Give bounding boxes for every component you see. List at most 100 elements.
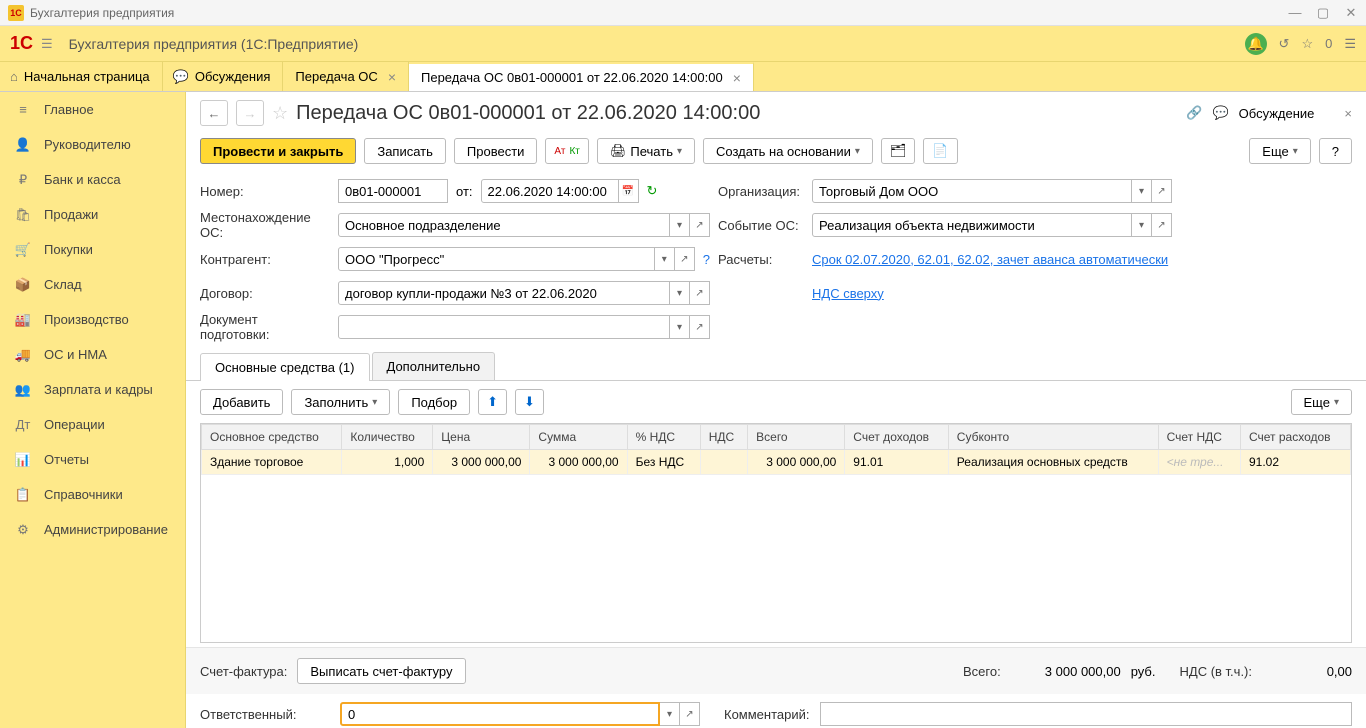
favorite-star-icon[interactable]: ☆ — [272, 103, 288, 124]
fill-button[interactable]: Заполнить — [291, 389, 390, 415]
cell-qty[interactable]: 1,000 — [342, 450, 433, 475]
col-subconto[interactable]: Субконто — [948, 425, 1158, 450]
dropdown-icon[interactable]: ▾ — [670, 213, 690, 237]
comment-input[interactable] — [820, 702, 1353, 726]
subtab-additional[interactable]: Дополнительно — [372, 352, 496, 380]
tab-home[interactable]: ⌂ Начальная страница — [0, 62, 163, 91]
open-icon[interactable]: ↗ — [675, 247, 695, 271]
responsible-input[interactable] — [340, 702, 660, 726]
col-expense-acc[interactable]: Счет расходов — [1240, 425, 1350, 450]
open-icon[interactable]: ↗ — [690, 213, 710, 237]
dropdown-icon[interactable]: ▾ — [1132, 179, 1152, 203]
col-sum[interactable]: Сумма — [530, 425, 627, 450]
cell-expense-acc[interactable]: 91.02 — [1240, 450, 1350, 475]
select-button[interactable]: Подбор — [398, 389, 470, 415]
maximize-button[interactable]: ▢ — [1316, 6, 1330, 20]
calendar-icon[interactable]: 📅 — [619, 179, 639, 203]
header-menu-icon[interactable]: ☰ — [1344, 36, 1356, 52]
col-price[interactable]: Цена — [433, 425, 530, 450]
open-icon[interactable]: ↗ — [1152, 213, 1172, 237]
create-based-button[interactable]: Создать на основании — [703, 138, 873, 164]
col-vat[interactable]: НДС — [700, 425, 747, 450]
dropdown-icon[interactable]: ▾ — [670, 281, 690, 305]
table-row[interactable]: Здание торговое 1,000 3 000 000,00 3 000… — [202, 450, 1351, 475]
sidebar-item-reports[interactable]: 📊Отчеты — [0, 442, 185, 477]
sidebar-item-admin[interactable]: ⚙Администрирование — [0, 512, 185, 547]
history-icon[interactable]: ↺ — [1279, 36, 1290, 52]
cell-subconto[interactable]: Реализация основных средств — [948, 450, 1158, 475]
link-icon[interactable]: 🔗 — [1186, 105, 1202, 121]
menu-icon[interactable]: ☰ — [41, 36, 53, 52]
nav-back-button[interactable]: ← — [200, 100, 228, 126]
tab-close-icon[interactable]: × — [388, 69, 396, 85]
open-icon[interactable]: ↗ — [690, 315, 710, 339]
date-input[interactable] — [481, 179, 619, 203]
save-button[interactable]: Записать — [364, 138, 446, 164]
dropdown-icon[interactable]: ▾ — [655, 247, 675, 271]
tab-close-icon[interactable]: × — [733, 70, 741, 86]
dropdown-icon[interactable]: ▾ — [1132, 213, 1152, 237]
number-input[interactable] — [338, 179, 448, 203]
bell-icon[interactable]: 🔔 — [1245, 33, 1267, 55]
nav-forward-button[interactable]: → — [236, 100, 264, 126]
table-more-button[interactable]: Еще — [1291, 389, 1352, 415]
sidebar-item-sales[interactable]: 🛍Продажи — [0, 197, 185, 232]
tab-discussions[interactable]: 💬 Обсуждения — [163, 62, 284, 91]
help-icon[interactable]: ? — [703, 252, 710, 267]
refresh-icon[interactable]: ↻ — [647, 183, 658, 199]
issue-invoice-button[interactable]: Выписать счет-фактуру — [297, 658, 465, 684]
discuss-icon[interactable]: 💬 — [1212, 105, 1228, 121]
sidebar-item-warehouse[interactable]: 📦Склад — [0, 267, 185, 302]
col-vat-acc[interactable]: Счет НДС — [1158, 425, 1240, 450]
org-input[interactable] — [812, 179, 1132, 203]
cell-income-acc[interactable]: 91.01 — [845, 450, 949, 475]
col-vat-pct[interactable]: % НДС — [627, 425, 700, 450]
sidebar-item-production[interactable]: 🏭Производство — [0, 302, 185, 337]
move-down-button[interactable]: ⬇ — [515, 389, 544, 415]
sidebar-item-bank[interactable]: ₽Банк и касса — [0, 162, 185, 197]
cell-vat-pct[interactable]: Без НДС — [627, 450, 700, 475]
move-up-button[interactable]: ⬆ — [478, 389, 507, 415]
sidebar-item-manager[interactable]: 👤Руководителю — [0, 127, 185, 162]
event-input[interactable] — [812, 213, 1132, 237]
col-total[interactable]: Всего — [748, 425, 845, 450]
tab-transfer-os-doc[interactable]: Передача ОС 0в01-000001 от 22.06.2020 14… — [409, 62, 754, 91]
close-window-button[interactable]: ✕ — [1344, 6, 1358, 20]
sidebar-item-catalogs[interactable]: 📋Справочники — [0, 477, 185, 512]
vat-link[interactable]: НДС сверху — [812, 286, 884, 301]
cell-price[interactable]: 3 000 000,00 — [433, 450, 530, 475]
sidebar-item-main[interactable]: ≡Главное — [0, 92, 185, 127]
help-button[interactable]: ? — [1319, 138, 1352, 164]
print-button[interactable]: 🖨 Печать — [597, 138, 695, 164]
prep-input[interactable] — [338, 315, 670, 339]
open-icon[interactable]: ↗ — [690, 281, 710, 305]
more-button[interactable]: Еще — [1249, 138, 1310, 164]
col-income-acc[interactable]: Счет доходов — [845, 425, 949, 450]
discuss-label[interactable]: Обсуждение — [1239, 106, 1315, 121]
sidebar-item-assets[interactable]: 🚚ОС и НМА — [0, 337, 185, 372]
counterparty-input[interactable] — [338, 247, 655, 271]
subtab-fixed-assets[interactable]: Основные средства (1) — [200, 353, 370, 381]
tab-transfer-os[interactable]: Передача ОС × — [283, 62, 409, 91]
sidebar-item-purchases[interactable]: 🛒Покупки — [0, 232, 185, 267]
open-icon[interactable]: ↗ — [1152, 179, 1172, 203]
cell-total[interactable]: 3 000 000,00 — [748, 450, 845, 475]
post-and-close-button[interactable]: Провести и закрыть — [200, 138, 356, 164]
cell-vat[interactable] — [700, 450, 747, 475]
cell-vat-acc[interactable]: <не тре... — [1158, 450, 1240, 475]
cell-asset[interactable]: Здание торговое — [202, 450, 342, 475]
open-icon[interactable]: ↗ — [680, 702, 700, 726]
location-input[interactable] — [338, 213, 670, 237]
dropdown-icon[interactable]: ▾ — [670, 315, 690, 339]
structure-button[interactable]: 🗂 — [881, 138, 916, 164]
dropdown-icon[interactable]: ▾ — [660, 702, 680, 726]
settlements-link[interactable]: Срок 02.07.2020, 62.01, 62.02, зачет ава… — [812, 252, 1168, 267]
post-button[interactable]: Провести — [454, 138, 538, 164]
sidebar-item-operations[interactable]: ДтОперации — [0, 407, 185, 442]
dtkt-button[interactable]: АтКт — [545, 138, 588, 164]
close-doc-icon[interactable]: × — [1344, 106, 1352, 121]
col-qty[interactable]: Количество — [342, 425, 433, 450]
cell-sum[interactable]: 3 000 000,00 — [530, 450, 627, 475]
contract-input[interactable] — [338, 281, 670, 305]
col-asset[interactable]: Основное средство — [202, 425, 342, 450]
